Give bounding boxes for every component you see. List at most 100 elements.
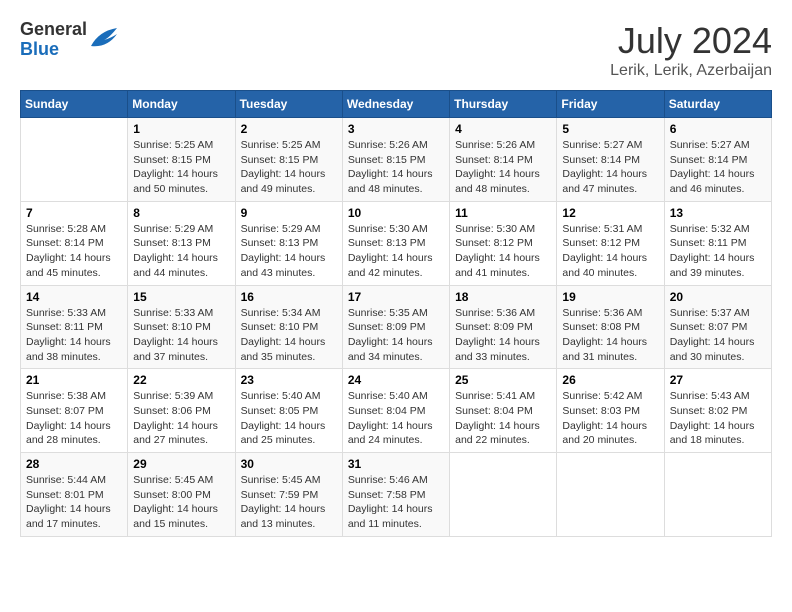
calendar-cell: 24Sunrise: 5:40 AM Sunset: 8:04 PM Dayli… <box>342 369 449 453</box>
day-info: Sunrise: 5:44 AM Sunset: 8:01 PM Dayligh… <box>26 473 122 532</box>
day-number: 26 <box>562 373 658 387</box>
day-number: 5 <box>562 122 658 136</box>
day-number: 27 <box>670 373 766 387</box>
day-info: Sunrise: 5:27 AM Sunset: 8:14 PM Dayligh… <box>670 138 766 197</box>
calendar-cell: 8Sunrise: 5:29 AM Sunset: 8:13 PM Daylig… <box>128 201 235 285</box>
calendar-cell: 19 Sunrise: 5:36 AM Sunset: 8:08 PM Dayli… <box>557 285 664 369</box>
day-number: 6 <box>670 122 766 136</box>
weekday-header-sunday: Sunday <box>21 91 128 118</box>
page-header: General Blue July 2024 Lerik, Lerik, Aze… <box>20 20 772 80</box>
day-info: Sunrise: 5:40 AM Sunset: 8:04 PM Dayligh… <box>348 389 444 448</box>
day-info: Sunrise: 5:36 AM Sunset: 8:08 PM Dayligh… <box>562 306 658 365</box>
day-info: Sunrise: 5:30 AM Sunset: 8:13 PM Dayligh… <box>348 222 444 281</box>
title-block: July 2024 Lerik, Lerik, Azerbaijan <box>610 20 772 80</box>
day-info: Sunrise: 5:27 AM Sunset: 8:14 PM Dayligh… <box>562 138 658 197</box>
calendar-cell: 17 Sunrise: 5:35 AM Sunset: 8:09 PM Dayli… <box>342 285 449 369</box>
day-number: 3 <box>348 122 444 136</box>
calendar-cell: 25Sunrise: 5:41 AM Sunset: 8:04 PM Dayli… <box>450 369 557 453</box>
logo: General Blue <box>20 20 119 60</box>
logo-bird-icon <box>89 26 119 54</box>
calendar-cell <box>450 453 557 537</box>
day-number: 21 <box>26 373 122 387</box>
day-number: 1 <box>133 122 229 136</box>
calendar-cell: 28Sunrise: 5:44 AM Sunset: 8:01 PM Dayli… <box>21 453 128 537</box>
day-number: 10 <box>348 206 444 220</box>
day-info: Sunrise: 5:33 AM Sunset: 8:11 PM Dayligh… <box>26 306 122 365</box>
calendar-cell: 22 Sunrise: 5:39 AM Sunset: 8:06 PM Dayli… <box>128 369 235 453</box>
day-info: Sunrise: 5:25 AM Sunset: 8:15 PM Dayligh… <box>241 138 337 197</box>
day-info: Sunrise: 5:43 AM Sunset: 8:02 PM Dayligh… <box>670 389 766 448</box>
calendar-cell <box>664 453 771 537</box>
calendar-week-row: 14 Sunrise: 5:33 AM Sunset: 8:11 PM Dayli… <box>21 285 772 369</box>
calendar-cell: 13Sunrise: 5:32 AM Sunset: 8:11 PM Dayli… <box>664 201 771 285</box>
day-number: 9 <box>241 206 337 220</box>
logo-text: General Blue <box>20 20 87 60</box>
weekday-header-monday: Monday <box>128 91 235 118</box>
day-info: Sunrise: 5:46 AM Sunset: 7:58 PM Dayligh… <box>348 473 444 532</box>
day-info: Sunrise: 5:36 AM Sunset: 8:09 PM Dayligh… <box>455 306 551 365</box>
weekday-header-saturday: Saturday <box>664 91 771 118</box>
calendar-cell: 16 Sunrise: 5:34 AM Sunset: 8:10 PM Dayli… <box>235 285 342 369</box>
month-year: July 2024 <box>610 20 772 62</box>
logo-blue: Blue <box>20 40 87 60</box>
day-number: 4 <box>455 122 551 136</box>
day-number: 14 <box>26 290 122 304</box>
day-info: Sunrise: 5:41 AM Sunset: 8:04 PM Dayligh… <box>455 389 551 448</box>
calendar-week-row: 28Sunrise: 5:44 AM Sunset: 8:01 PM Dayli… <box>21 453 772 537</box>
weekday-header-row: SundayMondayTuesdayWednesdayThursdayFrid… <box>21 91 772 118</box>
calendar-cell <box>21 118 128 202</box>
calendar-cell: 31 Sunrise: 5:46 AM Sunset: 7:58 PM Dayli… <box>342 453 449 537</box>
day-number: 2 <box>241 122 337 136</box>
day-info: Sunrise: 5:45 AM Sunset: 8:00 PM Dayligh… <box>133 473 229 532</box>
day-info: Sunrise: 5:35 AM Sunset: 8:09 PM Dayligh… <box>348 306 444 365</box>
day-info: Sunrise: 5:31 AM Sunset: 8:12 PM Dayligh… <box>562 222 658 281</box>
weekday-header-friday: Friday <box>557 91 664 118</box>
calendar-cell: 5 Sunrise: 5:27 AM Sunset: 8:14 PM Daylig… <box>557 118 664 202</box>
day-number: 11 <box>455 206 551 220</box>
calendar-cell: 1 Sunrise: 5:25 AM Sunset: 8:15 PM Daylig… <box>128 118 235 202</box>
day-info: Sunrise: 5:28 AM Sunset: 8:14 PM Dayligh… <box>26 222 122 281</box>
calendar-cell: 21 Sunrise: 5:38 AM Sunset: 8:07 PM Dayli… <box>21 369 128 453</box>
day-number: 16 <box>241 290 337 304</box>
day-number: 22 <box>133 373 229 387</box>
calendar-cell: 4 Sunrise: 5:26 AM Sunset: 8:14 PM Daylig… <box>450 118 557 202</box>
day-info: Sunrise: 5:37 AM Sunset: 8:07 PM Dayligh… <box>670 306 766 365</box>
weekday-header-thursday: Thursday <box>450 91 557 118</box>
calendar-cell: 2 Sunrise: 5:25 AM Sunset: 8:15 PM Daylig… <box>235 118 342 202</box>
day-info: Sunrise: 5:40 AM Sunset: 8:05 PM Dayligh… <box>241 389 337 448</box>
day-number: 30 <box>241 457 337 471</box>
day-info: Sunrise: 5:42 AM Sunset: 8:03 PM Dayligh… <box>562 389 658 448</box>
day-info: Sunrise: 5:39 AM Sunset: 8:06 PM Dayligh… <box>133 389 229 448</box>
day-number: 19 <box>562 290 658 304</box>
calendar-cell: 20Sunrise: 5:37 AM Sunset: 8:07 PM Dayli… <box>664 285 771 369</box>
calendar-cell: 14 Sunrise: 5:33 AM Sunset: 8:11 PM Dayli… <box>21 285 128 369</box>
calendar-body: 1 Sunrise: 5:25 AM Sunset: 8:15 PM Daylig… <box>21 118 772 537</box>
calendar-cell <box>557 453 664 537</box>
calendar-cell: 15Sunrise: 5:33 AM Sunset: 8:10 PM Dayli… <box>128 285 235 369</box>
day-info: Sunrise: 5:25 AM Sunset: 8:15 PM Dayligh… <box>133 138 229 197</box>
day-info: Sunrise: 5:32 AM Sunset: 8:11 PM Dayligh… <box>670 222 766 281</box>
location: Lerik, Lerik, Azerbaijan <box>610 62 772 80</box>
day-info: Sunrise: 5:26 AM Sunset: 8:14 PM Dayligh… <box>455 138 551 197</box>
calendar-cell: 6 Sunrise: 5:27 AM Sunset: 8:14 PM Daylig… <box>664 118 771 202</box>
calendar-week-row: 21 Sunrise: 5:38 AM Sunset: 8:07 PM Dayli… <box>21 369 772 453</box>
calendar-table: SundayMondayTuesdayWednesdayThursdayFrid… <box>20 90 772 537</box>
day-info: Sunrise: 5:38 AM Sunset: 8:07 PM Dayligh… <box>26 389 122 448</box>
day-info: Sunrise: 5:29 AM Sunset: 8:13 PM Dayligh… <box>241 222 337 281</box>
calendar-week-row: 1 Sunrise: 5:25 AM Sunset: 8:15 PM Daylig… <box>21 118 772 202</box>
weekday-header-tuesday: Tuesday <box>235 91 342 118</box>
day-number: 17 <box>348 290 444 304</box>
day-info: Sunrise: 5:45 AM Sunset: 7:59 PM Dayligh… <box>241 473 337 532</box>
day-number: 12 <box>562 206 658 220</box>
calendar-cell: 9 Sunrise: 5:29 AM Sunset: 8:13 PM Daylig… <box>235 201 342 285</box>
day-info: Sunrise: 5:33 AM Sunset: 8:10 PM Dayligh… <box>133 306 229 365</box>
calendar-cell: 11Sunrise: 5:30 AM Sunset: 8:12 PM Dayli… <box>450 201 557 285</box>
calendar-cell: 18 Sunrise: 5:36 AM Sunset: 8:09 PM Dayli… <box>450 285 557 369</box>
day-number: 18 <box>455 290 551 304</box>
calendar-cell: 29 Sunrise: 5:45 AM Sunset: 8:00 PM Dayli… <box>128 453 235 537</box>
calendar-cell: 23Sunrise: 5:40 AM Sunset: 8:05 PM Dayli… <box>235 369 342 453</box>
day-info: Sunrise: 5:34 AM Sunset: 8:10 PM Dayligh… <box>241 306 337 365</box>
day-number: 31 <box>348 457 444 471</box>
calendar-cell: 7Sunrise: 5:28 AM Sunset: 8:14 PM Daylig… <box>21 201 128 285</box>
day-number: 29 <box>133 457 229 471</box>
